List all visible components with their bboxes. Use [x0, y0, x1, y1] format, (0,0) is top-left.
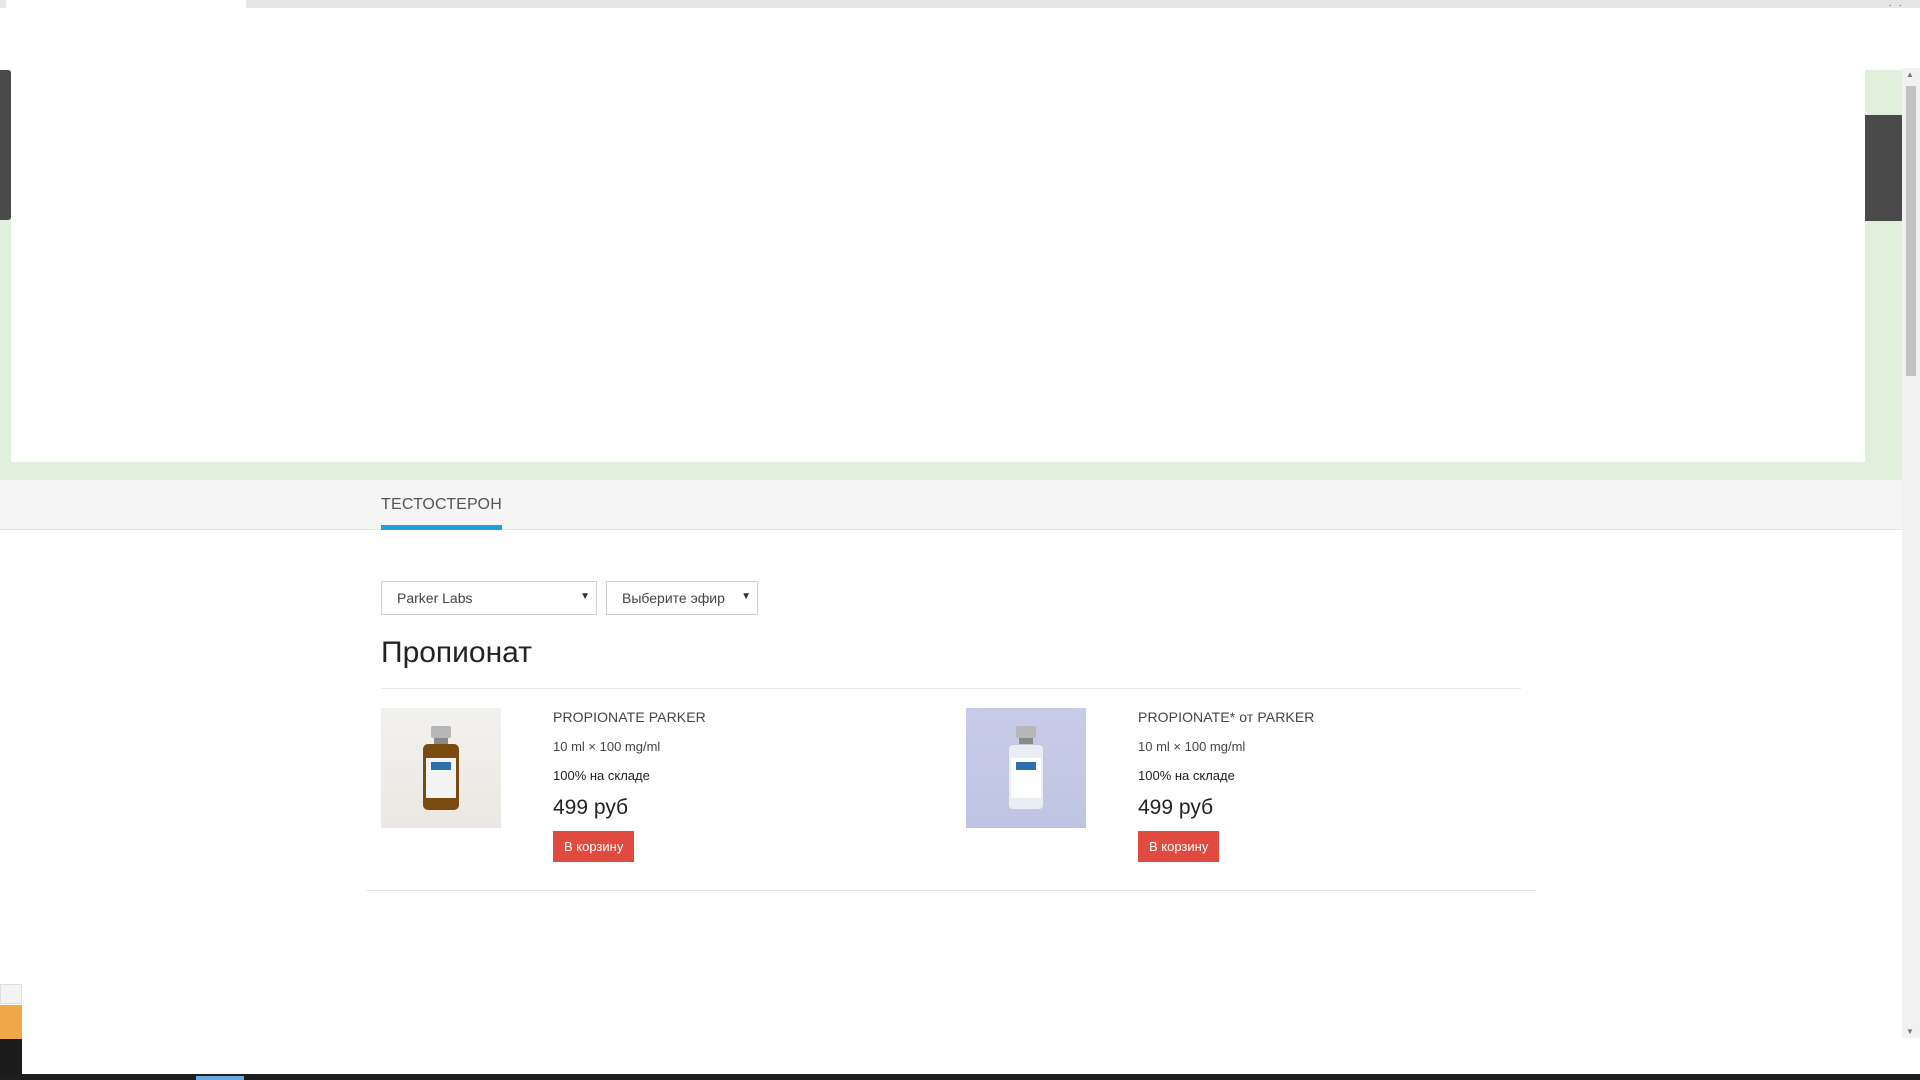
- product-image[interactable]: [381, 708, 501, 828]
- product-info: PROPIONATE* от PARKER 10 ml × 100 mg/ml …: [1138, 708, 1518, 862]
- product-dose: 10 ml × 100 mg/ml: [1138, 739, 1246, 754]
- brand-select-value: Parker Labs: [397, 590, 473, 606]
- slider-prev-handle[interactable]: [0, 70, 11, 220]
- taskbar: [0, 1074, 1920, 1080]
- product-price: 499 руб: [1138, 796, 1214, 819]
- hero-content: [11, 70, 1865, 462]
- ether-select-value: Выберите эфир: [622, 590, 725, 606]
- chevron-down-icon: ▼: [580, 591, 590, 602]
- product-card: PROPIONATE* от PARKER 10 ml × 100 mg/ml …: [966, 708, 1546, 878]
- vial-image: [1008, 726, 1044, 810]
- product-name[interactable]: PROPIONATE PARKER: [553, 709, 933, 725]
- scrollbar-thumb[interactable]: [1906, 86, 1916, 376]
- product-card: PROPIONATE PARKER 10 ml × 100 mg/ml 100%…: [381, 708, 961, 878]
- tab-testosterone[interactable]: ТЕСТОСТЕРОН: [381, 480, 502, 530]
- brand-select[interactable]: Parker Labs ▼: [381, 581, 597, 615]
- arrow-down-icon[interactable]: ▼: [1906, 1027, 1914, 1036]
- divider: [381, 688, 1521, 689]
- taskbar-active-item[interactable]: [196, 1076, 244, 1080]
- header-area: [0, 8, 1902, 70]
- side-widget-accent[interactable]: [0, 1005, 22, 1039]
- section-title: Пропионат: [381, 636, 532, 669]
- category-tabs: ТЕСТОСТЕРОН: [0, 480, 1902, 530]
- product-info: PROPIONATE PARKER 10 ml × 100 mg/ml 100%…: [553, 708, 933, 862]
- page-viewport: ТЕСТОСТЕРОН Parker Labs ▼ Выберите эфир …: [0, 8, 1902, 1074]
- vertical-scrollbar[interactable]: ▲ ▼: [1902, 68, 1920, 1038]
- hero-banner: [0, 70, 1902, 480]
- product-name[interactable]: PROPIONATE* от PARKER: [1138, 709, 1518, 725]
- product-stock: 100% на складе: [1138, 768, 1235, 783]
- add-to-cart-button[interactable]: В корзину: [1138, 831, 1220, 862]
- side-widget[interactable]: [0, 984, 22, 1004]
- add-to-cart-button[interactable]: В корзину: [553, 831, 635, 862]
- product-price: 499 руб: [553, 796, 629, 819]
- browser-top-bar: [0, 0, 1920, 8]
- chevron-down-icon: ▼: [741, 591, 751, 602]
- ether-select[interactable]: Выберите эфир ▼: [606, 581, 758, 615]
- slider-next-handle[interactable]: [1865, 115, 1902, 221]
- product-image[interactable]: [966, 708, 1086, 828]
- vial-image: [423, 726, 459, 810]
- product-stock: 100% на складе: [553, 768, 650, 783]
- arrow-up-icon[interactable]: ▲: [1906, 70, 1914, 79]
- divider: [366, 890, 1536, 891]
- product-dose: 10 ml × 100 mg/ml: [553, 739, 661, 754]
